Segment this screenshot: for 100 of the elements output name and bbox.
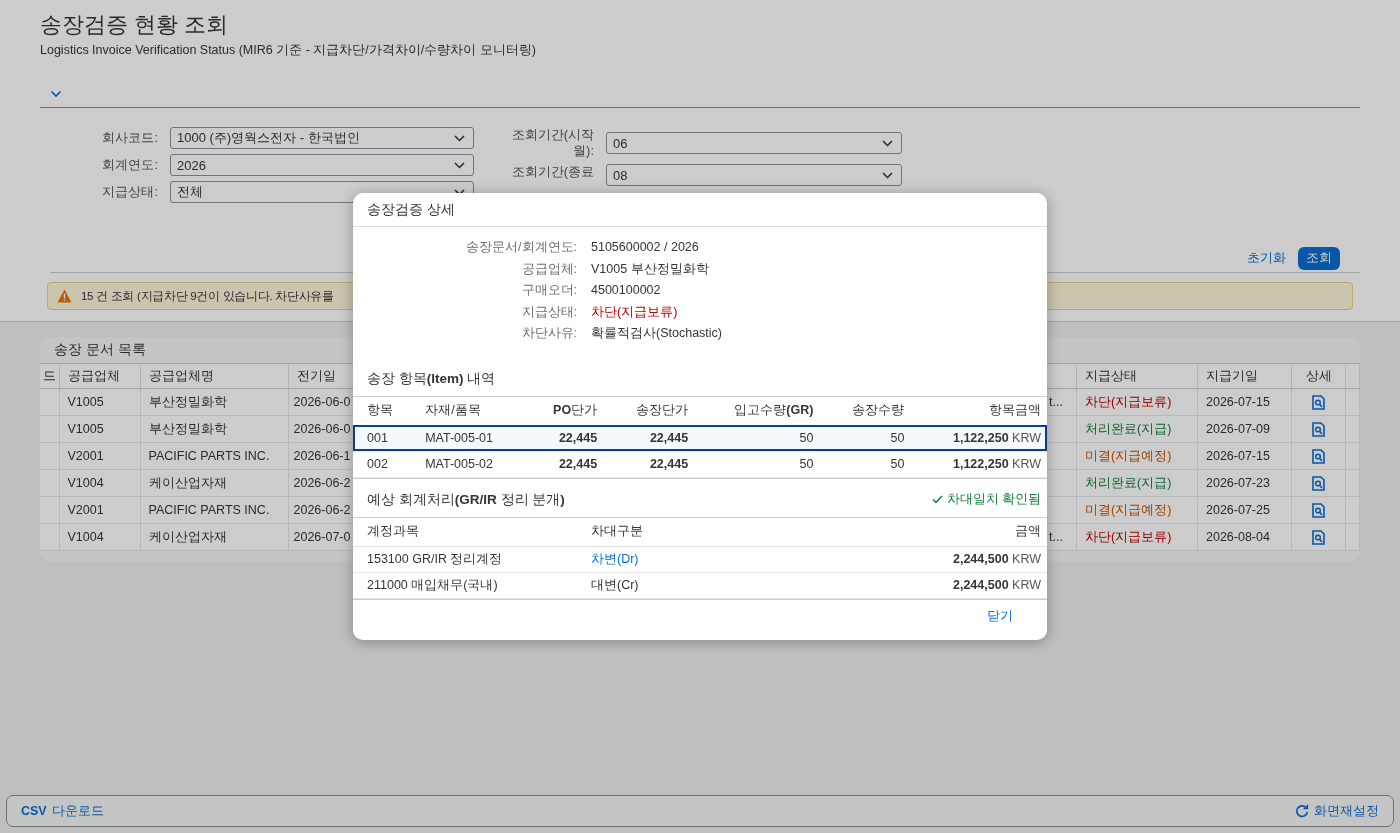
status-text: 차단(지급보류) — [1076, 523, 1198, 551]
chevron-down-icon — [454, 134, 465, 142]
refresh-icon — [1295, 804, 1309, 818]
table-cell: MAT-005-02 — [411, 451, 523, 477]
table-cell: t... — [1049, 530, 1063, 544]
page-title: 송장검증 현황 조회 — [40, 11, 230, 39]
table-cell: V1005 — [59, 415, 140, 443]
column-header: 상세 — [1291, 363, 1346, 389]
table-cell: 22,445 — [603, 451, 695, 477]
select-field[interactable]: 2026 — [170, 154, 474, 176]
balance-status-text: 차대일치 확인됨 — [946, 491, 1041, 508]
table-cell: V1004 — [59, 523, 140, 551]
amount-text: 2,244,500 — [952, 552, 1009, 566]
table-cell: V1005 — [59, 388, 140, 416]
table-cell: PACIFIC PARTS INC. — [140, 496, 288, 524]
column-header: 공급업체명 — [140, 363, 288, 389]
close-button[interactable]: 닫기 — [981, 607, 1019, 626]
table-cell: 차변(Dr) — [577, 546, 765, 572]
reset-layout-link[interactable]: 화면재설정 — [1295, 802, 1379, 820]
document-search-icon[interactable] — [1312, 448, 1325, 464]
warning-icon — [57, 289, 72, 303]
table-cell: 케이산업자재 — [140, 469, 288, 497]
table-title: 송장 문서 목록 — [53, 340, 147, 359]
select-field[interactable]: 06 — [606, 132, 902, 154]
document-search-icon[interactable] — [1312, 394, 1325, 410]
message-text: 15 건 조회 (지급차단 9건이 있습니다. 차단사유를 — [81, 288, 334, 304]
field-label: 공급업체: — [520, 260, 577, 277]
item-row[interactable]: 002 MAT-005-02 22,445 22,445 50 50 1,122,250 KRW — [353, 451, 1047, 477]
field-value: 5105600002 / 2026 — [591, 239, 700, 256]
status-text: 미결(지급예정) — [1076, 442, 1198, 470]
document-search-icon[interactable] — [1312, 421, 1325, 437]
table-cell: 50 — [694, 451, 820, 477]
document-search-icon[interactable] — [1312, 529, 1325, 545]
field-value: 4500100002 — [591, 282, 662, 299]
checkmark-icon — [931, 495, 943, 504]
field-value: V1005 부산정밀화학 — [591, 260, 710, 277]
chevron-down-icon[interactable] — [50, 90, 62, 98]
field-label: 조회기간(시작월): — [510, 127, 594, 159]
table-cell: V1004 — [59, 469, 140, 497]
currency-text: KRW — [1012, 552, 1041, 566]
status-text: 처리완료(지급) — [1076, 415, 1198, 443]
amount-text: 1,122,250 — [952, 457, 1009, 471]
field-label: 지급상태: — [520, 303, 577, 320]
dialog-title: 송장검증 상세 — [367, 200, 455, 219]
table-cell: MAT-005-01 — [411, 425, 523, 451]
document-search-icon[interactable] — [1312, 502, 1325, 518]
column-header: 공급업체 — [59, 363, 140, 389]
column-header: 금액 — [764, 517, 1047, 546]
field-value: 차단(지급보류) — [591, 303, 679, 320]
table-cell: 2026-07-23 — [1197, 469, 1292, 497]
chevron-down-icon — [882, 139, 893, 147]
column-header: 차대구분 — [577, 517, 765, 546]
search-button[interactable]: 조회 — [1298, 247, 1340, 270]
table-cell: V2001 — [59, 442, 140, 470]
table-cell: 대변(Cr) — [577, 572, 765, 598]
column-header: 계정과목 — [353, 517, 577, 546]
table-cell: V2001 — [59, 496, 140, 524]
table-cell: 002 — [353, 451, 412, 477]
table-cell: 153100 GR/IR 정리계정 — [353, 546, 577, 572]
table-cell: 2026-07-25 — [1197, 496, 1292, 524]
document-search-icon[interactable] — [1312, 475, 1325, 491]
amount-text: 1,122,250 — [952, 431, 1009, 445]
page-subtitle: Logistics Invoice Verification Status (MIR6 기준 - 지급차단/가격차이/수량차이 모니터링) — [40, 42, 537, 59]
field-label: 조회기간(종료 — [510, 164, 594, 181]
table-cell: 50 — [819, 451, 911, 477]
field-label: 구매오더: — [520, 282, 577, 299]
table-cell: 22,445 — [522, 425, 604, 451]
column-header: 지급기일 — [1197, 363, 1292, 389]
item-row[interactable]: 001 MAT-005-01 22,445 22,445 50 50 1,122,250 KRW — [353, 425, 1047, 451]
select-field[interactable]: 08 — [606, 164, 902, 186]
table-cell: 22,445 — [522, 451, 604, 477]
chevron-down-icon — [454, 188, 465, 196]
field-label: 지급상태: — [101, 183, 158, 201]
field-label: 차단사유: — [520, 325, 577, 342]
status-text: 차단(지급보류) — [1076, 388, 1198, 416]
select-field[interactable]: 1000 (주)영웍스전자 - 한국법인 — [170, 127, 474, 149]
table-cell: 50 — [819, 425, 911, 451]
field-value: 확률적검사(Stochastic) — [591, 325, 723, 342]
currency-text: KRW — [1012, 457, 1041, 471]
field-label: 회계연도: — [101, 156, 158, 174]
table-cell: 케이산업자재 — [140, 523, 288, 551]
currency-text: KRW — [1012, 431, 1041, 445]
csv-download-link[interactable]: CSV 다운로드 — [21, 802, 104, 820]
table-cell: 50 — [694, 425, 820, 451]
chevron-down-icon — [454, 161, 465, 169]
status-text: 미결(지급예정) — [1076, 496, 1198, 524]
chevron-down-icon — [882, 171, 893, 179]
table-cell: 211000 매입채무(국내) — [353, 572, 577, 598]
table-cell: 22,445 — [603, 425, 695, 451]
reset-button[interactable]: 초기화 — [1243, 247, 1290, 270]
table-cell: 2026-07-09 — [1197, 415, 1292, 443]
currency-text: KRW — [1012, 578, 1041, 592]
table-cell: 2026-08-04 — [1197, 523, 1292, 551]
table-cell: 부산정밀화학 — [140, 388, 288, 416]
table-cell: 001 — [353, 425, 412, 451]
table-cell: 부산정밀화학 — [140, 415, 288, 443]
column-header: 드 — [40, 363, 59, 389]
status-text: 처리완료(지급) — [1076, 469, 1198, 497]
column-header: 지급상태 — [1076, 363, 1198, 389]
table-cell: t... — [1049, 395, 1063, 409]
